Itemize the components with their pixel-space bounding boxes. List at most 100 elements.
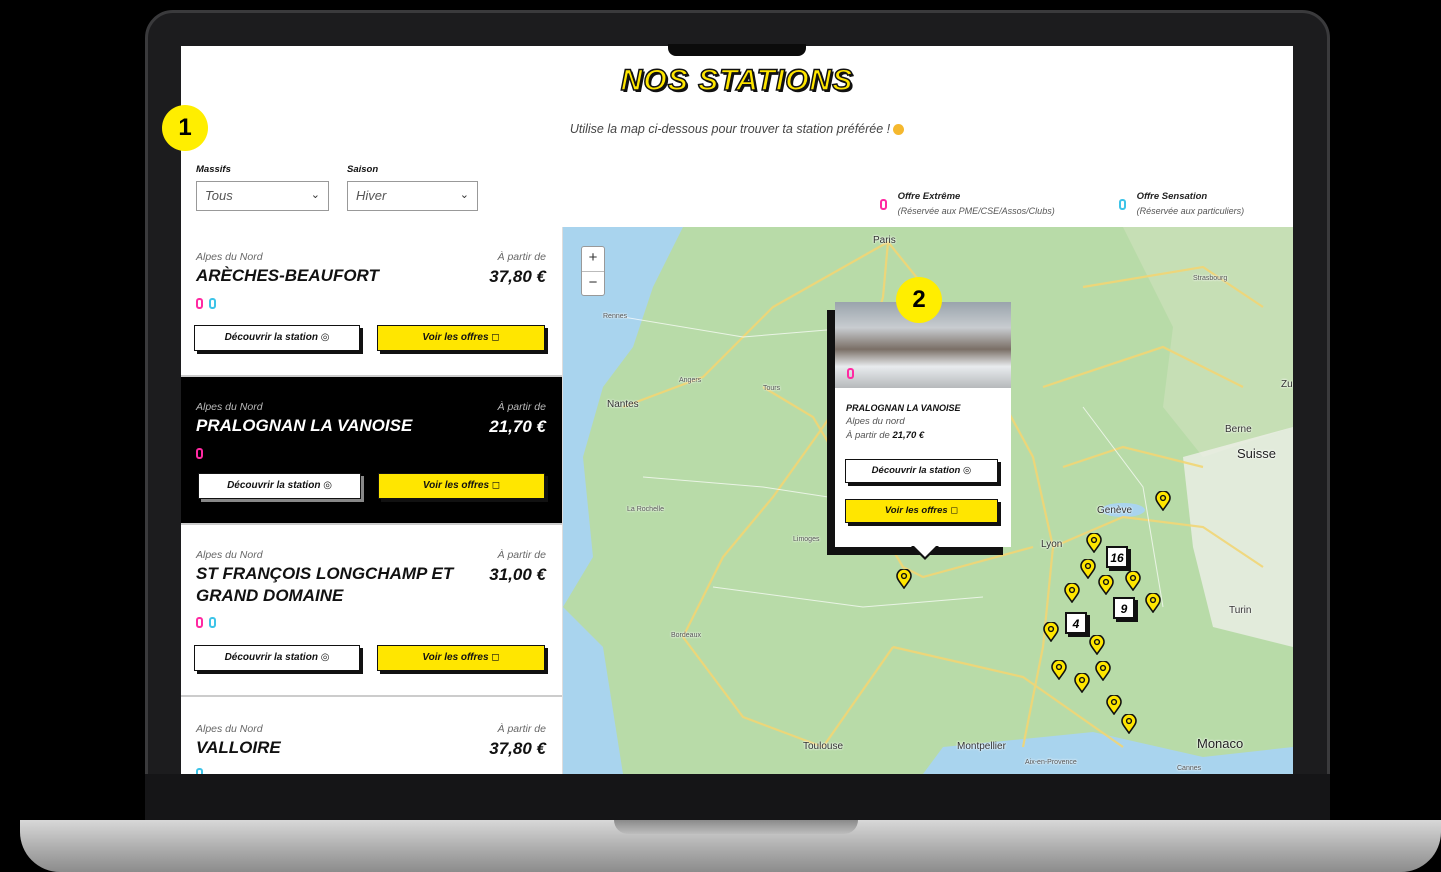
station-popup[interactable]: PRALOGNAN LA VANOISE Alpes du nord À par… <box>835 302 1011 547</box>
station-name: ARÈCHES-BEAUFORT <box>196 266 379 285</box>
city-label: Aix-en-Provence <box>1025 759 1077 766</box>
station-card[interactable]: Alpes du Nord À partir de ARÈCHES-BEAUFO… <box>181 227 562 377</box>
map-pin-icon[interactable] <box>1051 660 1067 680</box>
station-card-selected[interactable]: Alpes du Nord À partir de PRALOGNAN LA V… <box>181 377 562 525</box>
page-title: NOS STATIONS <box>620 63 854 98</box>
city-label: Berne <box>1225 424 1252 435</box>
annotation-marker-2: 2 <box>896 277 942 323</box>
station-region: Alpes du Nord <box>196 549 263 561</box>
map-pin-icon[interactable] <box>1121 714 1137 734</box>
popup-station-region: Alpes du nord <box>846 416 905 427</box>
station-offers <box>196 295 222 313</box>
popup-offers-button[interactable]: Voir les offres ◻ <box>845 499 998 523</box>
city-label: Zu <box>1281 379 1293 390</box>
city-label: Turin <box>1229 605 1252 616</box>
eye-icon: ◎ <box>320 652 330 663</box>
city-label: Lyon <box>1041 539 1063 550</box>
map-pin-icon[interactable] <box>1098 575 1114 595</box>
station-region: Alpes du Nord <box>196 251 263 263</box>
saison-value: Hiver <box>356 188 387 203</box>
ticket-sensation-icon <box>209 298 216 310</box>
popup-station-name: PRALOGNAN LA VANOISE <box>846 403 961 413</box>
chevron-down-icon: ⌄ <box>459 189 469 201</box>
zoom-control: + − <box>581 246 605 296</box>
legend-extreme: Offre Extrême (Réservée aux PME/CSE/Assos… <box>880 190 1055 219</box>
city-label: Bordeaux <box>671 632 701 639</box>
station-offers <box>196 765 209 774</box>
zoom-out-button[interactable]: − <box>582 271 604 296</box>
annotation-marker-1: 1 <box>162 105 208 151</box>
map-pin-icon[interactable] <box>1145 593 1161 613</box>
city-label: Toulouse <box>803 741 844 752</box>
map-pin-icon[interactable] <box>1043 622 1059 642</box>
eye-icon: ◎ <box>320 332 330 343</box>
eye-icon: ◎ <box>323 480 332 491</box>
saison-select[interactable]: Hiver ⌄ <box>347 181 478 211</box>
station-from-label: À partir de <box>497 549 546 561</box>
station-card[interactable]: Alpes du Nord À partir de VALLOIRE 37,80… <box>181 697 562 774</box>
station-price: 37,80 € <box>489 267 546 286</box>
station-card[interactable]: Alpes du Nord À partir de ST FRANÇOIS LO… <box>181 525 562 697</box>
station-list[interactable]: Alpes du Nord À partir de ARÈCHES-BEAUFO… <box>181 227 563 774</box>
view-offers-button[interactable]: Voir les offres ◻ <box>377 645 545 671</box>
station-price: 37,80 € <box>489 739 546 758</box>
popup-pointer-inner <box>914 546 936 557</box>
city-label: Strasbourg <box>1193 275 1228 282</box>
discover-station-button[interactable]: Découvrir la station ◎ <box>198 473 361 499</box>
city-label: Montpellier <box>957 741 1006 752</box>
station-region: Alpes du Nord <box>196 723 263 735</box>
map-pin-icon[interactable] <box>1089 635 1105 655</box>
saison-label: Saison <box>347 164 379 175</box>
city-label: Tours <box>763 385 781 392</box>
map-pin-icon[interactable] <box>1064 583 1080 603</box>
camera-notch <box>668 44 806 56</box>
ticket-extreme-icon <box>196 298 203 310</box>
discover-station-button[interactable]: Découvrir la station ◎ <box>194 325 360 351</box>
map-cluster[interactable]: 16 <box>1106 546 1128 568</box>
ticket-sensation-icon <box>1119 199 1126 210</box>
station-name: VALLOIRE <box>196 738 281 757</box>
city-label: Nantes <box>607 399 639 410</box>
station-offers <box>196 614 222 632</box>
city-label: Cannes <box>1177 765 1202 772</box>
laptop-groove <box>614 820 858 834</box>
station-name: ST FRANÇOIS LONGCHAMP ET GRAND DOMAINE <box>196 564 454 605</box>
station-price: 31,00 € <box>489 565 546 584</box>
station-offers <box>196 445 209 463</box>
city-label: Limoges <box>793 536 820 543</box>
massifs-select[interactable]: Tous ⌄ <box>196 181 329 211</box>
smile-emoji-icon <box>893 124 905 136</box>
view-offers-button[interactable]: Voir les offres ◻ <box>378 473 545 499</box>
map-pin-icon[interactable] <box>1155 491 1171 511</box>
view-offers-button[interactable]: Voir les offres ◻ <box>377 325 545 351</box>
eye-icon: ◎ <box>963 465 972 476</box>
laptop-bezel <box>145 774 1330 822</box>
station-from-label: À partir de <box>497 723 546 735</box>
ticket-extreme-icon <box>847 368 854 379</box>
ticket-sensation-icon <box>209 617 216 629</box>
map-pin-icon[interactable] <box>1095 661 1111 681</box>
ticket-extreme-icon <box>196 448 203 460</box>
massifs-value: Tous <box>205 188 233 203</box>
city-label: Paris <box>873 235 896 246</box>
popup-station-price: À partir de 21,70 € <box>846 430 925 441</box>
bag-icon: ◻ <box>950 505 959 516</box>
country-label: Suisse <box>1237 446 1277 461</box>
map-cluster[interactable]: 9 <box>1113 597 1135 619</box>
map-pin-icon[interactable] <box>1125 571 1141 591</box>
station-from-label: À partir de <box>497 251 546 263</box>
discover-station-button[interactable]: Découvrir la station ◎ <box>194 645 360 671</box>
popup-discover-button[interactable]: Découvrir la station ◎ <box>845 459 998 483</box>
map-cluster[interactable]: 4 <box>1065 612 1087 634</box>
map-pin-icon[interactable] <box>1080 559 1096 579</box>
map-pin-icon[interactable] <box>1086 533 1102 553</box>
station-price: 21,70 € <box>489 417 546 436</box>
map-pin-icon[interactable] <box>1074 673 1090 693</box>
bag-icon: ◻ <box>491 652 500 663</box>
ticket-sensation-icon <box>196 768 203 774</box>
map-pin-icon[interactable] <box>1106 695 1122 715</box>
map-pin-icon[interactable] <box>896 569 912 589</box>
city-label: Rennes <box>603 313 628 320</box>
zoom-in-button[interactable]: + <box>582 247 604 271</box>
chevron-down-icon: ⌄ <box>310 189 320 201</box>
